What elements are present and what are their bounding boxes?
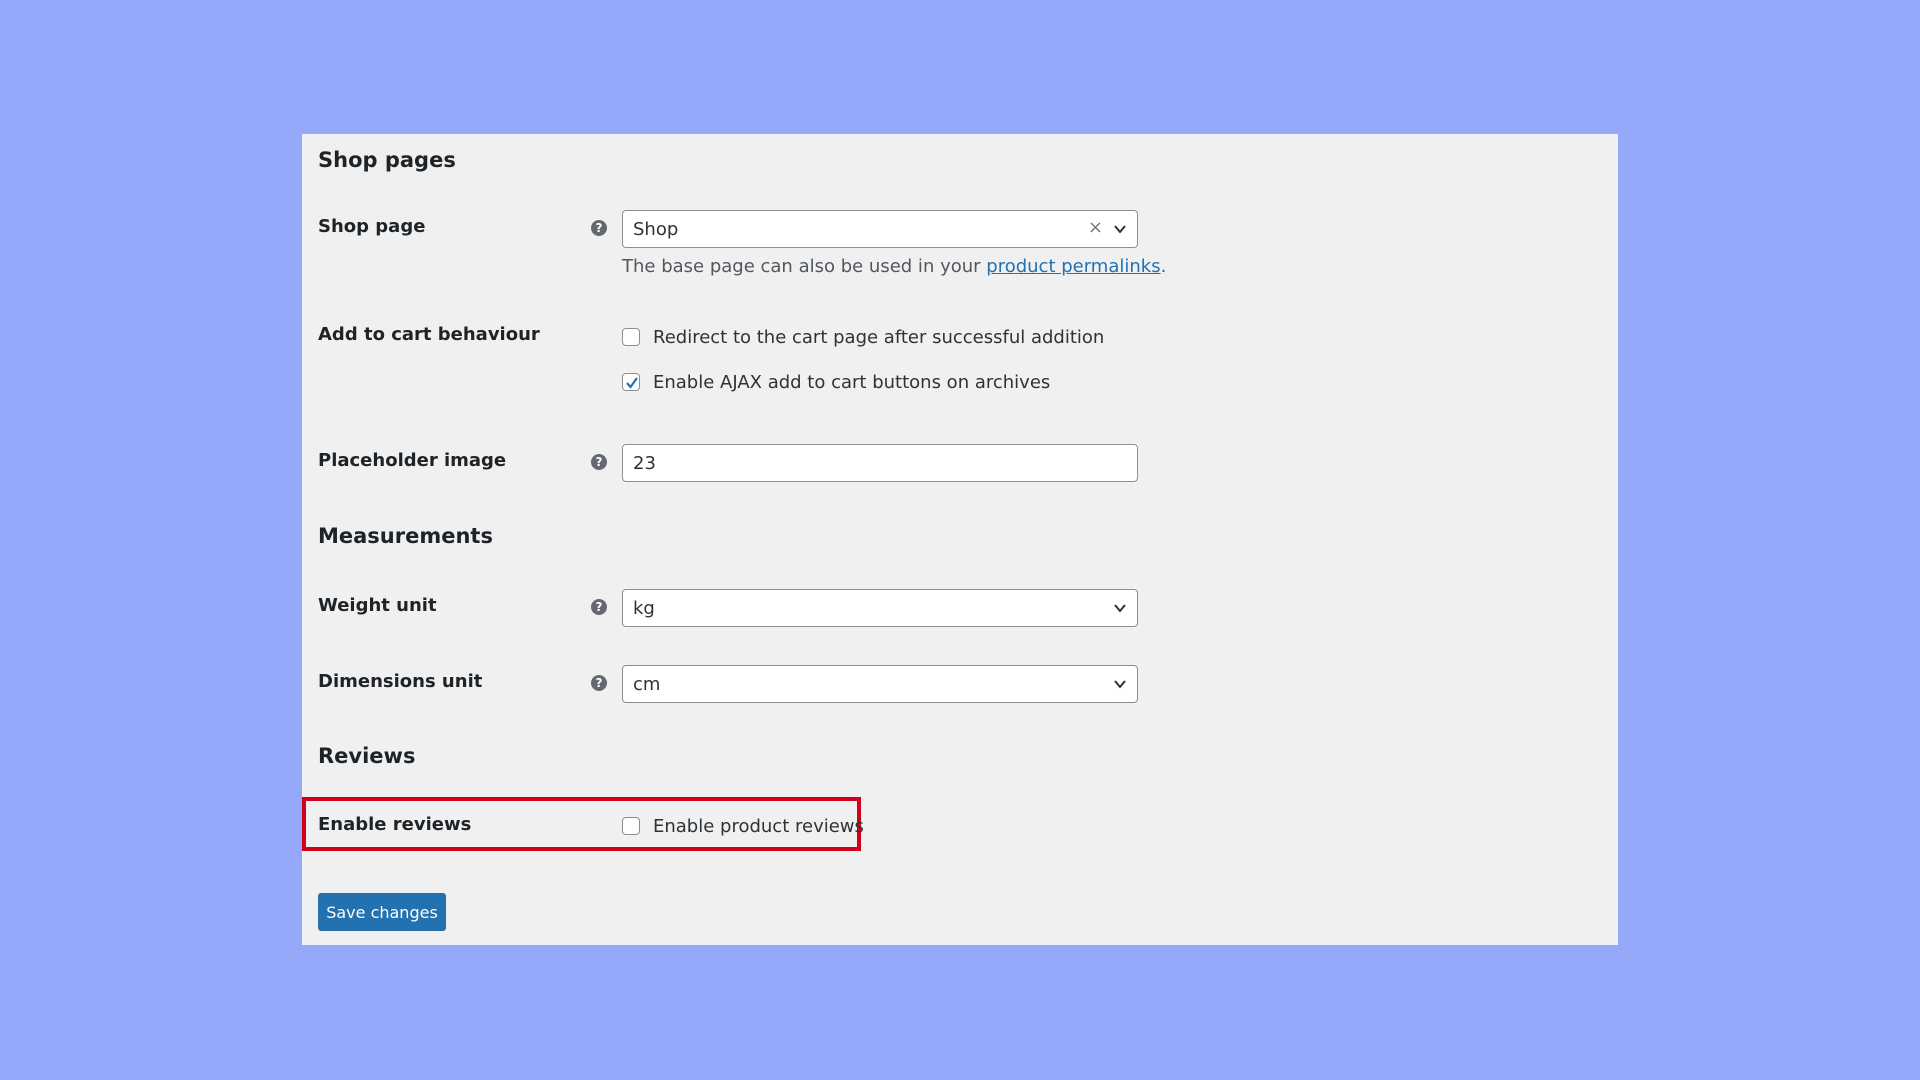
redirect-option[interactable]: Redirect to the cart page after successf…: [622, 326, 1104, 348]
section-title-measurements: Measurements: [318, 524, 493, 548]
ajax-checkbox[interactable]: [622, 373, 640, 391]
weight-unit-select[interactable]: kg: [622, 589, 1138, 627]
weight-unit-value: kg: [633, 598, 655, 619]
shop-page-description-end: .: [1160, 256, 1167, 277]
ajax-checkbox-label: Enable AJAX add to cart buttons on archi…: [653, 371, 1051, 393]
chevron-down-icon: [1114, 225, 1126, 234]
help-icon[interactable]: ?: [591, 220, 607, 236]
placeholder-image-input[interactable]: 23: [622, 444, 1138, 482]
settings-panel: Shop pages Shop page ? Shop × The base p…: [302, 134, 1618, 945]
checkmark-icon: [626, 377, 638, 389]
weight-unit-label: Weight unit: [318, 595, 437, 616]
enable-reviews-option[interactable]: Enable product reviews: [622, 815, 864, 837]
enable-reviews-checkbox[interactable]: [622, 817, 640, 835]
help-icon[interactable]: ?: [591, 599, 607, 615]
dimensions-unit-value: cm: [633, 674, 661, 695]
redirect-checkbox-label: Redirect to the cart page after successf…: [653, 326, 1105, 348]
chevron-down-icon: [1114, 680, 1126, 689]
chevron-down-icon: [1114, 604, 1126, 613]
clear-icon[interactable]: ×: [1088, 217, 1103, 238]
add-to-cart-label: Add to cart behaviour: [318, 324, 540, 345]
help-icon[interactable]: ?: [591, 675, 607, 691]
help-icon[interactable]: ?: [591, 454, 607, 470]
section-title-shop-pages: Shop pages: [318, 148, 456, 172]
shop-page-select[interactable]: Shop ×: [622, 210, 1138, 248]
dimensions-unit-label: Dimensions unit: [318, 671, 483, 692]
dimensions-unit-select[interactable]: cm: [622, 665, 1138, 703]
placeholder-image-label: Placeholder image: [318, 450, 507, 471]
shop-page-value: Shop: [633, 219, 679, 240]
enable-reviews-label: Enable reviews: [318, 814, 472, 835]
ajax-option[interactable]: Enable AJAX add to cart buttons on archi…: [622, 371, 1050, 393]
redirect-checkbox[interactable]: [622, 328, 640, 346]
enable-reviews-checkbox-label: Enable product reviews: [653, 815, 864, 837]
placeholder-image-value: 23: [633, 453, 656, 474]
save-button[interactable]: Save changes: [318, 893, 446, 931]
shop-page-label: Shop page: [318, 216, 426, 237]
product-permalinks-link[interactable]: product permalinks: [986, 256, 1160, 277]
shop-page-description: The base page can also be used in your p…: [622, 256, 1166, 277]
shop-page-description-text: The base page can also be used in your: [622, 256, 987, 277]
section-title-reviews: Reviews: [318, 744, 416, 768]
